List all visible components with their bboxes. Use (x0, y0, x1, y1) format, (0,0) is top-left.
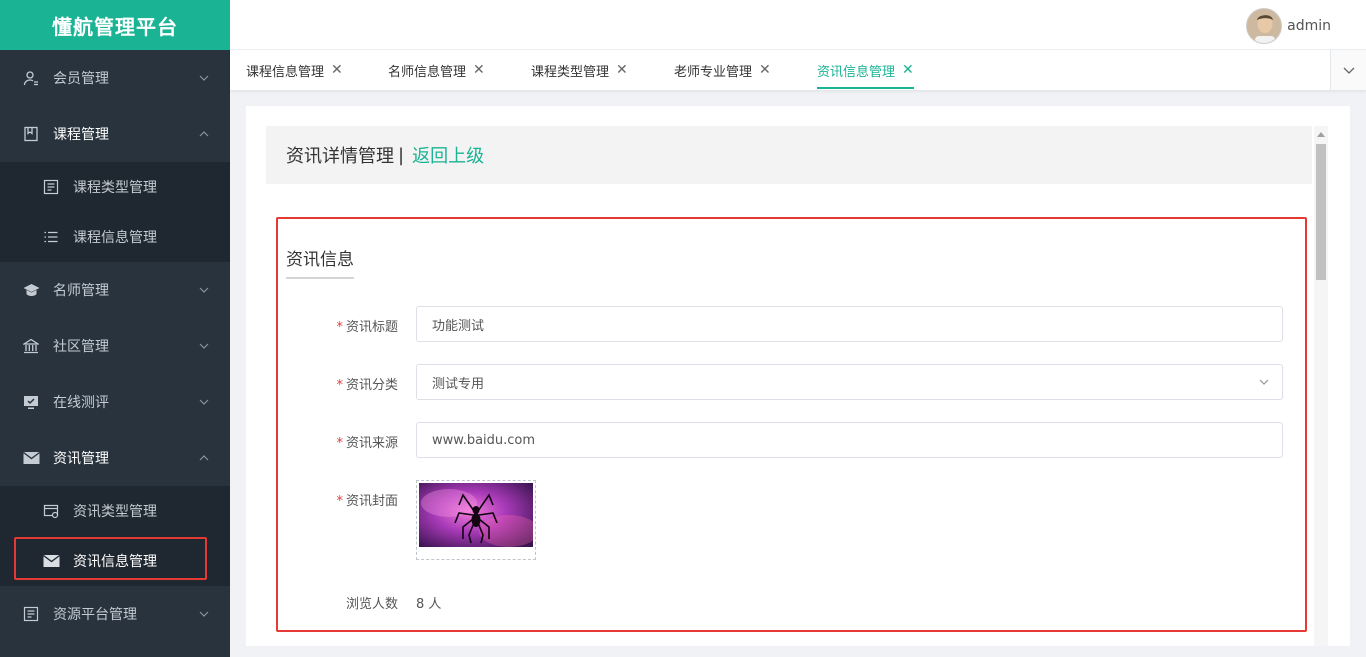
input-value: www.baidu.com (432, 432, 536, 448)
monitor-icon (22, 393, 40, 411)
tabs-more-button[interactable] (1330, 50, 1366, 90)
close-icon[interactable]: ✕ (902, 62, 914, 78)
views-label: 浏览人数 (345, 597, 398, 612)
category-select[interactable]: 测试专用 (416, 364, 1283, 400)
sidebar-item-label: 社区管理 (53, 339, 109, 355)
submenu-news: 资讯类型管理 资讯信息管理 (0, 486, 230, 586)
sidebar-item-label: 资讯类型管理 (73, 504, 157, 520)
sidebar-item-courses[interactable]: 课程管理 (0, 106, 230, 162)
chevron-up-icon (199, 455, 209, 461)
close-icon[interactable]: ✕ (616, 62, 628, 78)
title-input[interactable]: 功能测试 (416, 306, 1283, 342)
sidebar-item-label: 会员管理 (53, 71, 109, 87)
sidebar-item-label: 课程类型管理 (73, 180, 157, 196)
scrollbar-thumb[interactable] (1316, 144, 1326, 280)
username: admin (1287, 18, 1331, 34)
chevron-down-icon (199, 343, 209, 349)
tab-label: 课程类型管理 (531, 64, 610, 80)
cover-label: * 资讯封面 (278, 490, 398, 509)
sidebar-item-news-info[interactable]: 资讯信息管理 (0, 536, 230, 586)
source-label: * 资讯来源 (278, 432, 398, 451)
news-info-form: 资讯信息 * 资讯标题 功能测试 * 资讯分类 测试专用 * 资讯来源 www.bai… (276, 217, 1307, 632)
main-card: 资讯详情管理 | 返回上级 资讯信息 * 资讯标题 功能测试 * 资讯分类 测试专用… (246, 106, 1350, 646)
required-mark: * (336, 320, 343, 335)
tab-label: 老师专业管理 (674, 64, 753, 80)
sidebar-item-label: 课程管理 (53, 127, 109, 143)
bank-icon (22, 337, 40, 355)
sidebar-item-news-types[interactable]: 资讯类型管理 (0, 486, 230, 536)
input-value: 功能测试 (432, 318, 485, 334)
tab-bar: 课程信息管理 ✕ 名师信息管理 ✕ 课程类型管理 ✕ 老师专业管理 ✕ 资讯信息管理 ✕ (230, 50, 1366, 91)
label-text: 资讯封面 (345, 494, 398, 509)
chevron-down-icon (1259, 379, 1269, 385)
title-label: * 资讯标题 (278, 316, 398, 335)
sidebar-item-label: 名师管理 (53, 283, 109, 299)
sidebar-item-news[interactable]: 资讯管理 (0, 430, 230, 486)
close-icon[interactable]: ✕ (473, 62, 485, 78)
tab-course-info[interactable]: 课程信息管理 ✕ (246, 50, 343, 90)
views-value: 8 人 (416, 597, 442, 612)
required-mark: * (336, 494, 343, 509)
graduation-cap-icon (22, 281, 40, 299)
page-title: 资讯详情管理 (286, 146, 394, 167)
book-icon (22, 125, 40, 143)
tab-label: 名师信息管理 (388, 64, 467, 80)
chevron-up-icon (199, 131, 209, 137)
envelope-icon (22, 449, 40, 467)
required-mark: * (336, 436, 343, 451)
document-icon (22, 605, 40, 623)
category-label: * 资讯分类 (278, 374, 398, 393)
label-text: 资讯标题 (345, 320, 398, 335)
document-icon (42, 178, 60, 196)
sidebar-item-community[interactable]: 社区管理 (0, 318, 230, 374)
sidebar-item-label: 资讯管理 (53, 451, 109, 467)
cover-upload[interactable] (416, 480, 536, 560)
sidebar-item-label: 资源平台管理 (53, 607, 137, 623)
tab-teacher-info[interactable]: 名师信息管理 ✕ (388, 50, 485, 90)
chevron-down-icon (199, 75, 209, 81)
required-mark: * (336, 378, 343, 393)
label-text: 资讯来源 (345, 436, 398, 451)
top-bar: admin (230, 0, 1366, 50)
tab-news-info[interactable]: 资讯信息管理 ✕ (817, 50, 914, 90)
sidebar-item-members[interactable]: 会员管理 (0, 50, 230, 106)
highlight-box (14, 537, 207, 580)
sidebar-item-label: 课程信息管理 (73, 230, 157, 246)
close-icon[interactable]: ✕ (331, 62, 343, 78)
user-icon (22, 69, 40, 87)
sidebar: 懂航管理平台 会员管理 课程管理 课程类型管理 课程信息管理 名师管理 社区管理… (0, 0, 230, 657)
title-separator: | (398, 144, 405, 166)
list-icon (42, 228, 60, 246)
submenu-courses: 课程类型管理 课程信息管理 (0, 162, 230, 262)
app-logo-title: 懂航管理平台 (0, 0, 230, 50)
card-icon (42, 502, 60, 520)
chevron-down-icon (1343, 67, 1354, 74)
sidebar-item-teachers[interactable]: 名师管理 (0, 262, 230, 318)
back-link[interactable]: 返回上级 (412, 142, 484, 168)
label-text: 资讯分类 (345, 378, 398, 393)
scrollbar[interactable] (1314, 126, 1328, 646)
tab-course-types[interactable]: 课程类型管理 ✕ (531, 50, 628, 90)
chevron-down-icon (199, 399, 209, 405)
chevron-down-icon (199, 611, 209, 617)
sidebar-item-course-types[interactable]: 课程类型管理 (0, 162, 230, 212)
avatar (1246, 8, 1283, 44)
sidebar-item-label: 在线测评 (53, 395, 109, 411)
close-icon[interactable]: ✕ (759, 62, 771, 78)
scroll-up-arrow-icon[interactable] (1314, 126, 1328, 142)
tab-label: 资讯信息管理 (817, 64, 896, 80)
cover-image (419, 483, 533, 547)
tab-teacher-majors[interactable]: 老师专业管理 ✕ (674, 50, 771, 90)
chevron-down-icon (199, 287, 209, 293)
tab-label: 课程信息管理 (246, 64, 325, 80)
page-header: 资讯详情管理 | 返回上级 (266, 126, 1312, 184)
user-menu[interactable]: admin (1246, 8, 1331, 44)
sidebar-item-online-assessment[interactable]: 在线测评 (0, 374, 230, 430)
section-title: 资讯信息 (286, 245, 354, 279)
sidebar-item-resource-platform[interactable]: 资源平台管理 (0, 586, 230, 642)
select-value: 测试专用 (432, 376, 485, 392)
sidebar-item-course-info[interactable]: 课程信息管理 (0, 212, 230, 262)
source-input[interactable]: www.baidu.com (416, 422, 1283, 458)
